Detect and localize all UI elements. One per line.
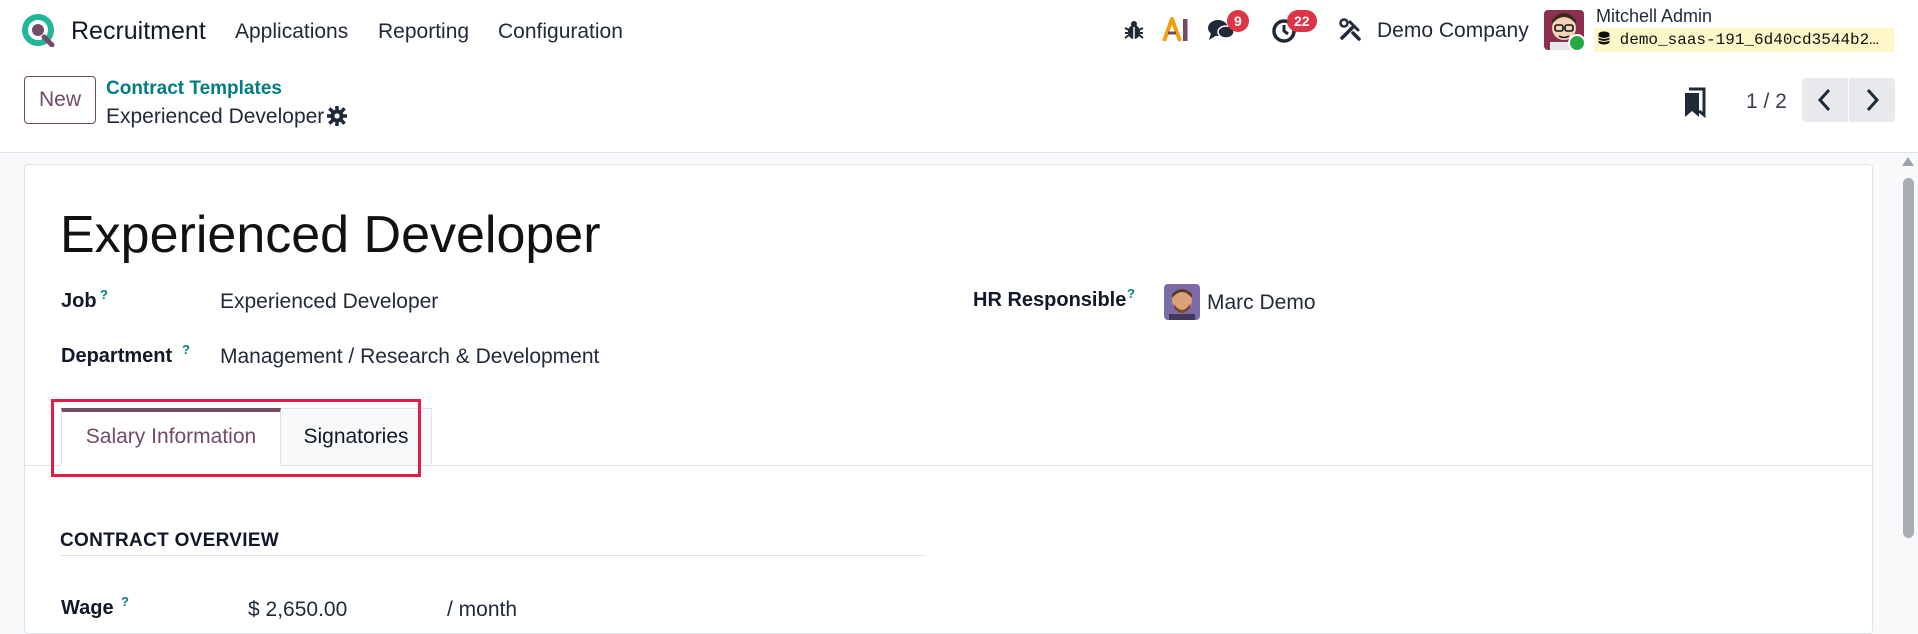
ai-assistant-icon[interactable]	[1162, 17, 1190, 43]
activities-count-badge: 22	[1287, 10, 1317, 32]
record-title[interactable]: Experienced Developer	[60, 205, 601, 265]
tab-signatories[interactable]: Signatories	[281, 408, 432, 466]
scroll-up-arrow[interactable]	[1902, 157, 1914, 166]
hr-responsible-avatar	[1164, 284, 1200, 320]
top-navbar: Recruitment Applications Reporting Confi…	[0, 0, 1918, 60]
control-panel: New Contract Templates Experienced Devel…	[0, 60, 1918, 153]
menu-configuration[interactable]: Configuration	[498, 20, 623, 44]
tab-salary-information[interactable]: Salary Information	[61, 408, 281, 466]
hr-responsible-label: HR Responsible	[973, 289, 1127, 311]
job-help-tooltip[interactable]: ?	[100, 287, 108, 302]
pager-next-button[interactable]	[1849, 78, 1895, 122]
department-help-tooltip[interactable]: ?	[182, 342, 190, 357]
job-label: Job	[61, 290, 97, 312]
department-label: Department	[61, 345, 173, 367]
wage-field[interactable]: $ 2,650.00	[248, 598, 347, 622]
chevron-right-icon	[1866, 88, 1880, 112]
database-icon	[1598, 31, 1610, 45]
breadcrumb-contract-templates[interactable]: Contract Templates	[106, 78, 282, 100]
online-status-dot	[1568, 34, 1586, 52]
settings-tools-icon[interactable]	[1338, 18, 1362, 42]
job-field[interactable]: Experienced Developer	[220, 290, 438, 314]
chevron-left-icon	[1817, 88, 1831, 112]
section-divider	[60, 555, 925, 556]
gear-icon[interactable]	[327, 106, 347, 126]
debug-bug-icon[interactable]	[1123, 19, 1145, 41]
recruitment-app-icon[interactable]	[22, 14, 55, 47]
menu-reporting[interactable]: Reporting	[378, 20, 469, 44]
database-name: demo_saas-191_6d40cd3544b2…	[1619, 31, 1879, 49]
hr-responsible-field[interactable]: Marc Demo	[1207, 291, 1316, 315]
menu-applications[interactable]: Applications	[235, 20, 348, 44]
pager-value[interactable]: 1 / 2	[1746, 90, 1787, 114]
scrollbar-thumb[interactable]	[1903, 178, 1914, 538]
hr-responsible-help-tooltip[interactable]: ?	[1127, 286, 1135, 301]
database-indicator: demo_saas-191_6d40cd3544b2…	[1594, 28, 1894, 52]
breadcrumb-current: Experienced Developer	[106, 105, 325, 128]
pager-previous-button[interactable]	[1802, 78, 1848, 122]
bookmark-icon[interactable]	[1682, 87, 1708, 119]
contract-overview-heading: CONTRACT OVERVIEW	[60, 530, 280, 551]
department-field[interactable]: Management / Research & Development	[220, 345, 599, 369]
new-button[interactable]: New	[24, 76, 96, 124]
messages-count-badge: 9	[1227, 10, 1249, 32]
app-name[interactable]: Recruitment	[71, 17, 206, 46]
user-name[interactable]: Mitchell Admin	[1596, 6, 1712, 27]
wage-label: Wage	[61, 597, 114, 619]
wage-unit: / month	[447, 598, 518, 621]
wage-help-tooltip[interactable]: ?	[121, 594, 129, 609]
company-switcher[interactable]: Demo Company	[1377, 19, 1529, 43]
